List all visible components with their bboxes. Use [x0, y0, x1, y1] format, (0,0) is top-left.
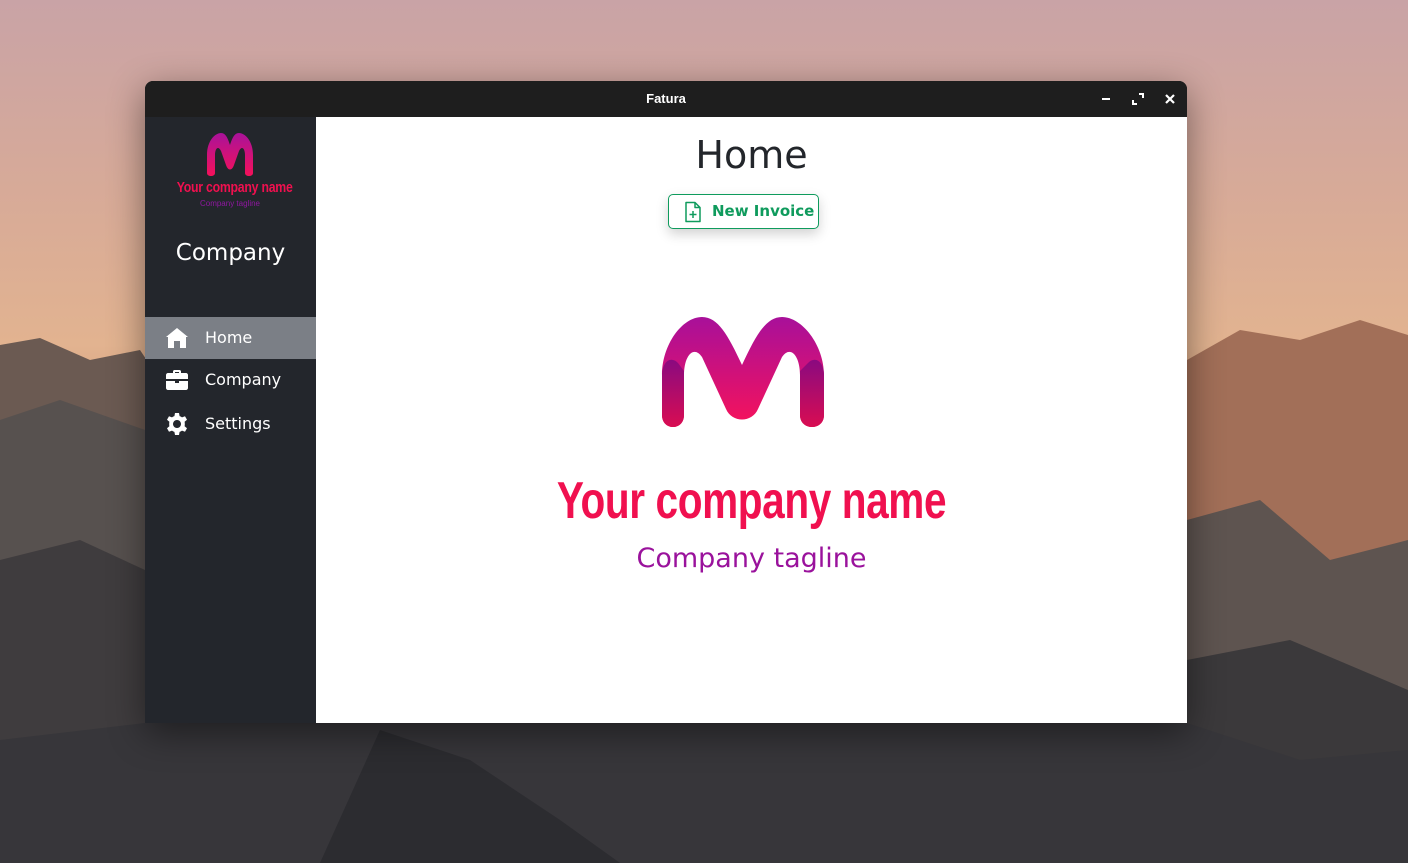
sidebar-item-home[interactable]: Home: [145, 317, 316, 359]
sidebar-item-label: Settings: [205, 414, 271, 433]
app-window: Fatura Your company name Company tagline…: [145, 81, 1187, 723]
title-bar: Fatura: [145, 81, 1187, 117]
gear-icon: [167, 413, 187, 435]
close-button[interactable]: [1160, 89, 1180, 109]
sidebar-company-heading: Company: [175, 240, 286, 266]
home-icon: [166, 328, 188, 348]
window-title: Fatura: [646, 91, 686, 106]
sidebar-company-logo: Your company name Company tagline: [165, 127, 295, 217]
sidebar: Your company name Company tagline Compan…: [145, 117, 316, 723]
minimize-icon: [1102, 98, 1110, 100]
briefcase-icon: [166, 370, 188, 390]
sidebar-item-settings[interactable]: Settings: [145, 403, 316, 445]
new-invoice-label: New Invoice: [712, 202, 815, 220]
company-logo-icon: [662, 317, 824, 427]
main-content: Home New Invoice Your company name Compa…: [316, 117, 1187, 723]
page-title: Home: [695, 133, 808, 177]
sidebar-logo-tagline: Company tagline: [199, 199, 261, 208]
sidebar-item-label: Home: [205, 328, 253, 347]
sidebar-logo-name: Your company name: [176, 179, 293, 196]
company-name: Your company name: [556, 472, 947, 530]
file-plus-icon: [685, 201, 701, 223]
sidebar-item-company[interactable]: Company: [145, 359, 316, 401]
sidebar-item-label: Company: [205, 370, 282, 389]
maximize-button[interactable]: [1128, 89, 1148, 109]
maximize-icon: [1132, 93, 1144, 105]
new-invoice-button[interactable]: New Invoice: [668, 194, 819, 229]
company-logo-icon: [207, 133, 253, 176]
close-icon: [1165, 94, 1175, 104]
minimize-button[interactable]: [1096, 89, 1116, 109]
company-tagline: Company tagline: [636, 543, 867, 574]
